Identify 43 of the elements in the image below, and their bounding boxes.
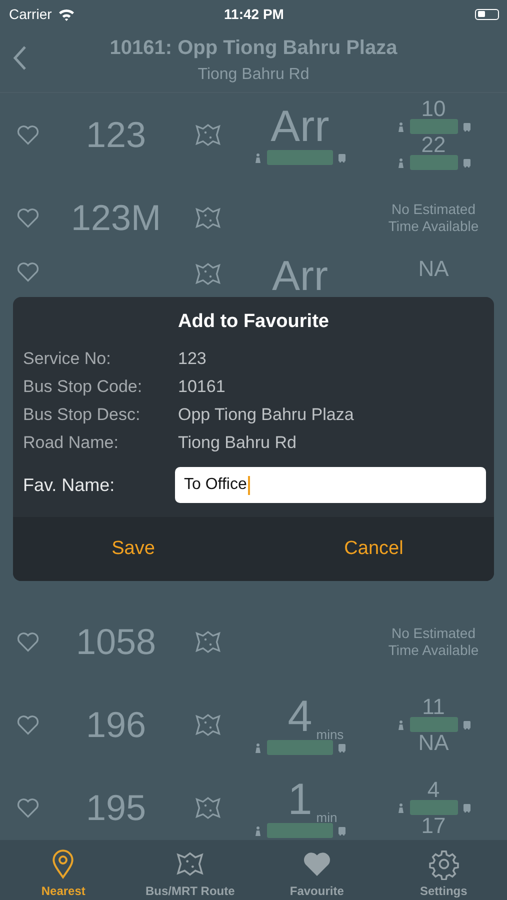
field-value: 10161 — [178, 377, 226, 397]
next-arrival: 10 — [421, 98, 446, 118]
field-label: Road Name: — [23, 433, 120, 453]
no-estimate-note: No Estimated Time Available — [387, 624, 480, 658]
field-value: 123 — [178, 349, 208, 369]
carrier-label: Carrier — [9, 6, 52, 22]
service-number: 123 — [84, 114, 148, 156]
cancel-button[interactable]: Cancel — [254, 517, 494, 581]
clock: 11:42 PM — [224, 6, 284, 22]
next-arrival: NA — [418, 259, 449, 279]
field-value: Tiong Bahru Rd — [178, 433, 298, 453]
field-label: Service No: — [23, 349, 112, 369]
service-number: 196 — [84, 704, 148, 746]
wifi-icon — [58, 8, 75, 20]
settings-icon — [428, 848, 460, 880]
stop-title: 10161: Opp Tiong Bahru Plaza — [110, 36, 398, 60]
next-arrival: 22 — [421, 134, 446, 154]
service-number: 195 — [84, 786, 148, 828]
time-unit: mins — [316, 728, 344, 742]
next-arrival: NA — [418, 732, 449, 752]
field-value: Opp Tiong Bahru Plaza — [178, 405, 355, 425]
next-arrival: 11 — [422, 696, 445, 716]
time-unit: min — [316, 810, 338, 824]
tab[interactable]: Settings — [380, 840, 507, 900]
text-cursor — [248, 476, 250, 494]
tab[interactable]: Favourite — [254, 840, 380, 900]
save-button[interactable]: Save — [13, 517, 254, 581]
tab[interactable]: Bus/MRT Route — [126, 840, 254, 900]
fav-name-field[interactable]: To Office — [175, 467, 486, 503]
dialog-title: Add to Favourite — [177, 311, 330, 333]
road-name: Tiong Bahru Rd — [198, 66, 310, 84]
field-label: Bus Stop Code: — [23, 377, 144, 397]
service-number: 123M — [70, 196, 162, 238]
no-estimate-note: No Estimated Time Available — [387, 200, 480, 234]
arrival-time: Arr — [270, 104, 330, 150]
arrival-time: Arr — [272, 259, 328, 293]
service-number: 1058 — [74, 620, 158, 662]
next-arrival: 4 — [427, 780, 440, 800]
next-arrival: 17 — [421, 816, 446, 836]
battery-icon — [475, 8, 499, 20]
tab[interactable]: Nearest — [0, 840, 127, 900]
field-label: Bus Stop Desc: — [23, 405, 142, 425]
fav-name-label: Fav. Name: — [23, 474, 116, 496]
